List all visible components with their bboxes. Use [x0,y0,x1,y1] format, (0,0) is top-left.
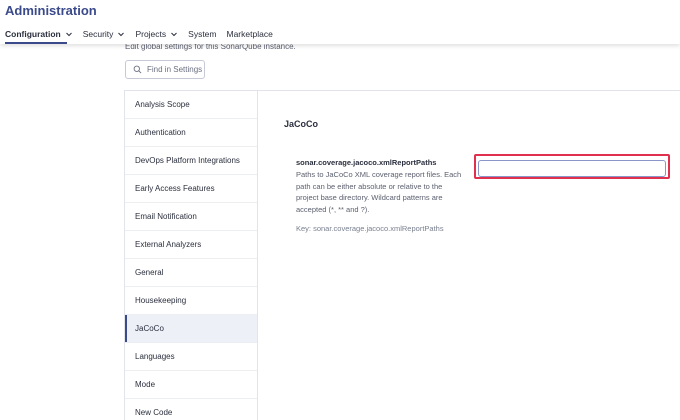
category-label: New Code [135,408,173,417]
category-early-access-features[interactable]: Early Access Features [125,175,257,203]
category-external-analyzers[interactable]: External Analyzers [125,231,257,259]
nav-label: Configuration [5,29,61,39]
app-title: Administration [5,3,97,18]
category-devops-platform-integrations[interactable]: DevOps Platform Integrations [125,147,257,175]
highlighted-field-outline [474,154,670,179]
search-icon [133,65,142,74]
setting-name: sonar.coverage.jacoco.xmlReportPaths [296,158,437,167]
nav-security[interactable]: Security [83,25,126,43]
nav-label: Projects [135,29,167,39]
category-list: Analysis Scope Authentication DevOps Pla… [124,90,258,420]
settings-search[interactable] [125,60,205,79]
top-header: Administration Configuration Security Pr… [0,0,680,44]
category-label: Analysis Scope [135,100,190,109]
category-jacoco[interactable]: JaCoCo [125,315,257,343]
nav-system[interactable]: System [188,25,216,43]
category-new-code[interactable]: New Code [125,399,257,420]
category-general[interactable]: General [125,259,257,287]
admin-nav: Configuration Security Projects System M… [5,25,283,44]
category-label: Languages [135,352,175,361]
setting-description: Paths to JaCoCo XML coverage report file… [296,170,462,214]
category-authentication[interactable]: Authentication [125,119,257,147]
category-label: JaCoCo [135,324,164,333]
chevron-down-icon [117,30,125,38]
category-label: Authentication [135,128,186,137]
category-label: DevOps Platform Integrations [135,156,240,165]
category-email-notification[interactable]: Email Notification [125,203,257,231]
panel-title: JaCoCo [284,119,319,129]
category-housekeeping[interactable]: Housekeeping [125,287,257,315]
category-label: Mode [135,380,156,389]
category-mode[interactable]: Mode [125,371,257,399]
chevron-down-icon [170,30,178,38]
nav-projects[interactable]: Projects [135,25,178,43]
category-label: Early Access Features [135,184,215,193]
nav-marketplace[interactable]: Marketplace [227,25,273,43]
category-analysis-scope[interactable]: Analysis Scope [125,91,257,119]
chevron-down-icon [65,30,73,38]
nav-label: Marketplace [226,29,273,39]
category-label: General [135,268,164,277]
xml-report-paths-input[interactable] [478,160,666,177]
setting-key-label: Key: sonar.coverage.jacoco.xmlReportPath… [296,224,444,233]
settings-panel: JaCoCo sonar.coverage.jacoco.xmlReportPa… [258,90,680,420]
nav-label: Security [82,29,114,39]
nav-label: System [188,29,217,39]
nav-configuration[interactable]: Configuration [5,25,73,44]
category-label: Email Notification [135,212,197,221]
category-languages[interactable]: Languages [125,343,257,371]
category-label: Housekeeping [135,296,187,305]
category-label: External Analyzers [135,240,202,249]
search-input[interactable] [147,65,203,74]
